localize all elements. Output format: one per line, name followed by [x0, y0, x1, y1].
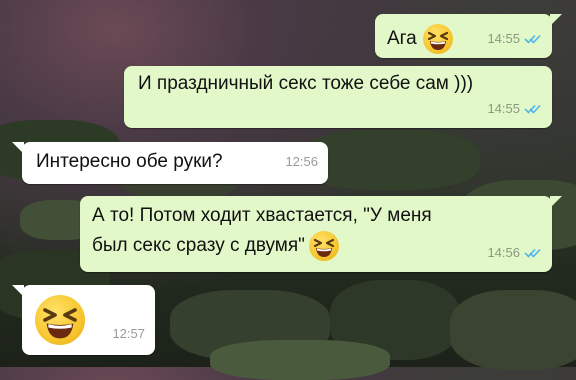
bubble-tail	[12, 142, 24, 154]
read-ticks-icon	[524, 248, 541, 258]
bubble-tail	[550, 14, 562, 26]
message-bubble-outgoing[interactable]: Ага 14:55	[375, 14, 562, 58]
read-ticks-icon	[524, 104, 541, 114]
read-ticks-icon	[524, 34, 541, 44]
laughing-squint-emoji-icon	[422, 24, 453, 54]
message-meta: 14:55	[487, 96, 542, 122]
message-time: 12:57	[112, 326, 145, 341]
message-text-line: А то! Потом ходит хвастается, "У меня	[92, 205, 432, 226]
message-time: 12:56	[285, 154, 318, 169]
message-meta: 12:56	[285, 149, 318, 175]
bubble-tail	[12, 285, 24, 297]
message-meta: 14:56	[487, 240, 542, 266]
message-time: 14:56	[487, 245, 520, 260]
message-text-line: был секс сразу с двумя"	[92, 235, 305, 256]
message-text: Ага	[387, 28, 417, 49]
message-text: И праздничный секс тоже себе сам )))	[138, 73, 474, 94]
message-text: Интересно обе руки?	[36, 151, 223, 172]
message-time: 14:55	[487, 31, 520, 46]
message-bubble-incoming[interactable]: 12:57	[12, 285, 155, 355]
laughing-squint-emoji-icon	[308, 231, 339, 261]
message-time: 14:55	[487, 101, 520, 116]
message-meta: 14:55	[487, 26, 542, 52]
message-bubble-outgoing[interactable]: И праздничный секс тоже себе сам ))) 14:…	[124, 66, 552, 128]
bubble-tail	[550, 196, 562, 208]
message-meta: 12:57	[112, 321, 145, 347]
message-bubble-outgoing[interactable]: А то! Потом ходит хвастается, "У меня бы…	[80, 196, 562, 272]
laughing-squint-emoji-icon	[35, 295, 85, 345]
message-bubble-incoming[interactable]: Интересно обе руки? 12:56	[12, 142, 328, 184]
